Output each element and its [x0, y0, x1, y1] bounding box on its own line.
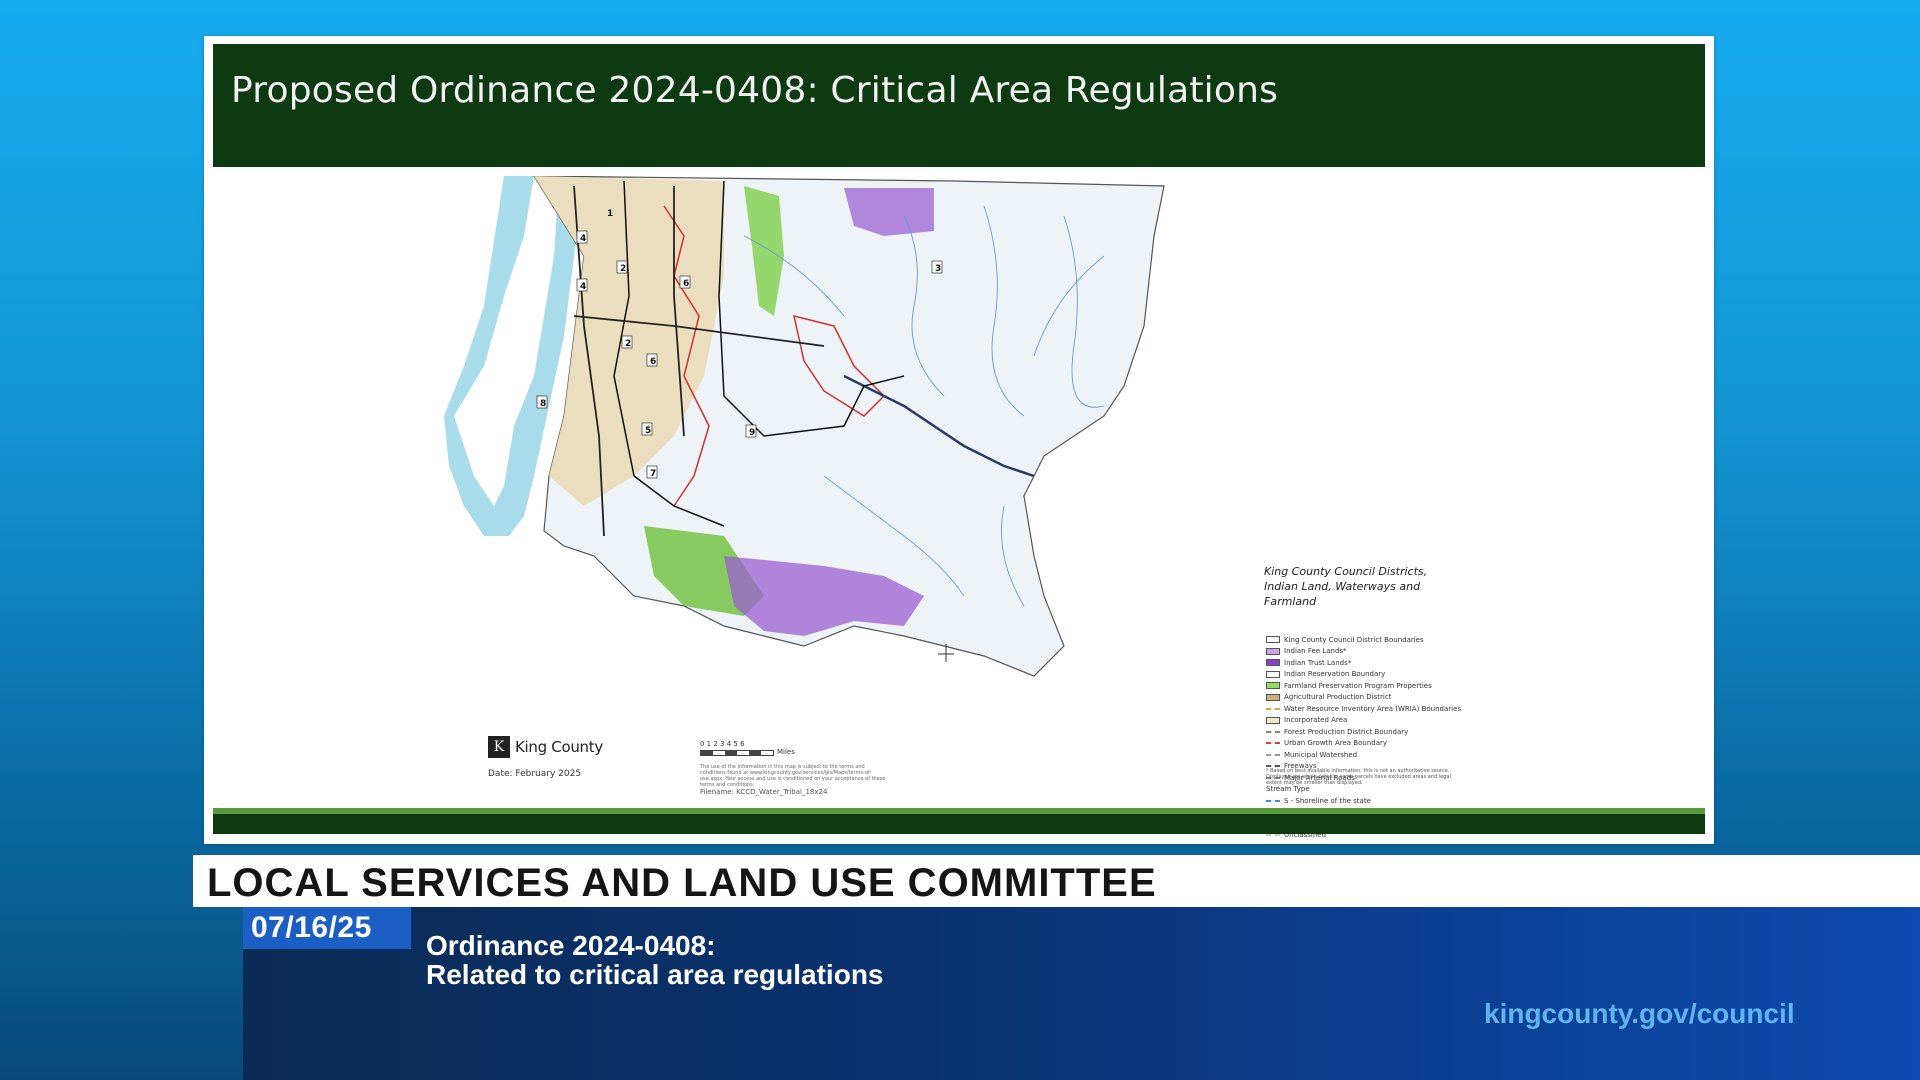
- district-label-6b: 6: [650, 357, 656, 367]
- slide-title: Proposed Ordinance 2024-0408: Critical A…: [231, 70, 1279, 111]
- legend-title: King County Council Districts, Indian La…: [1264, 565, 1428, 608]
- legend-label: Water Resource Inventory Area (WRIA) Bou…: [1284, 704, 1462, 713]
- map-footnote: * Based on best available information, t…: [1266, 768, 1451, 786]
- slide-header: Proposed Ordinance 2024-0408: Critical A…: [213, 44, 1705, 167]
- committee-title: LOCAL SERVICES AND LAND USE COMMITTEE: [207, 861, 1157, 905]
- legend-swatch: [1266, 659, 1280, 667]
- scale-bar: 0 1 2 3 4 5 6 Miles: [700, 740, 795, 756]
- legend-line: [1266, 742, 1280, 745]
- legend-swatch: [1266, 670, 1280, 678]
- legend-label: Agricultural Production District: [1284, 693, 1392, 702]
- legend-label: Indian Trust Lands*: [1284, 658, 1352, 667]
- legend-line: [1266, 834, 1280, 837]
- scale-bar-graphic: [700, 750, 774, 756]
- legend-label: Stream Type: [1266, 785, 1310, 794]
- legend-label: Incorporated Area: [1284, 716, 1348, 725]
- scale-unit: Miles: [777, 748, 795, 756]
- ordinance-description: Related to critical area regulations: [426, 959, 884, 990]
- committee-banner: LOCAL SERVICES AND LAND USE COMMITTEE: [193, 855, 1920, 907]
- king-county-logo-icon: K: [488, 736, 510, 758]
- district-label-4a: 4: [580, 234, 586, 244]
- king-county-logo: K King County: [488, 736, 603, 758]
- district-label-9: 9: [749, 428, 755, 438]
- map-graphic: 1 2 3 4 4 2 6 8 5 9 7 6: [444, 176, 1165, 677]
- district-label-2: 2: [620, 264, 626, 274]
- scale-ticks: 0 1 2 3 4 5 6: [700, 740, 745, 748]
- legend-item: Municipal Watershed: [1266, 749, 1466, 761]
- district-label-5: 5: [645, 426, 651, 436]
- legend-line: [1266, 753, 1280, 756]
- legend-label: S - Shoreline of the state: [1284, 796, 1371, 805]
- district-label-6a: 6: [683, 279, 689, 289]
- legend-line: [1266, 765, 1280, 768]
- legend-item: Urban Growth Area Boundary: [1266, 738, 1466, 750]
- legend-item: Farmland Preservation Program Properties: [1266, 680, 1466, 692]
- legend-swatch: [1266, 636, 1280, 644]
- legend-item: Indian Trust Lands*: [1266, 657, 1466, 669]
- district-label-8: 8: [540, 399, 546, 409]
- legend-label: Indian Fee Lands*: [1284, 647, 1347, 656]
- meeting-date: 07/16/25: [251, 911, 372, 944]
- district-label-7: 7: [650, 469, 656, 479]
- legend-item: S - Shoreline of the state: [1266, 795, 1466, 807]
- legend-item: Incorporated Area: [1266, 715, 1466, 727]
- date-badge: 07/16/25: [243, 907, 411, 949]
- legend-label: Indian Reservation Boundary: [1284, 670, 1386, 679]
- district-label-4b: 4: [580, 282, 586, 292]
- king-county-logo-text: King County: [515, 738, 603, 756]
- legend-line: [1266, 707, 1280, 710]
- slide-footer-bar: [213, 808, 1705, 834]
- legend-swatch: [1266, 716, 1280, 724]
- council-url: kingcounty.gov/council: [1484, 998, 1795, 1029]
- king-county-map: 1 2 3 4 4 2 6 8 5 9 7 6 King County Coun…: [204, 176, 1714, 839]
- legend-line: [1266, 730, 1280, 733]
- district-label-3: 3: [935, 264, 941, 274]
- legend-item: Indian Fee Lands*: [1266, 646, 1466, 658]
- legend-label: King County Council District Boundaries: [1284, 635, 1424, 644]
- legend-swatch: [1266, 682, 1280, 690]
- district-label-1: 1: [607, 209, 613, 219]
- legend-line: [1266, 799, 1280, 802]
- legend-item: Forest Production District Boundary: [1266, 726, 1466, 738]
- district-label-2b: 2: [625, 339, 631, 349]
- legend-label: Municipal Watershed: [1284, 750, 1358, 759]
- legend-item: Indian Reservation Boundary: [1266, 669, 1466, 681]
- presentation-slide: Proposed Ordinance 2024-0408: Critical A…: [204, 36, 1714, 844]
- legend-swatch: [1266, 647, 1280, 655]
- legend-label: Urban Growth Area Boundary: [1284, 739, 1388, 748]
- map-date: Date: February 2025: [488, 769, 582, 779]
- map-disclaimer: The use of the information in this map i…: [700, 764, 886, 788]
- legend-label: Farmland Preservation Program Properties: [1284, 681, 1432, 690]
- legend-label: Forest Production District Boundary: [1284, 727, 1409, 736]
- legend-item: King County Council District Boundaries: [1266, 634, 1466, 646]
- ordinance-number: Ordinance 2024-0408:: [426, 930, 716, 961]
- legend-swatch: [1266, 693, 1280, 701]
- legend-item: Water Resource Inventory Area (WRIA) Bou…: [1266, 703, 1466, 715]
- legend-item: Agricultural Production District: [1266, 692, 1466, 704]
- map-filename: Filename: KCCD_Water_Tribal_18x24: [700, 788, 828, 796]
